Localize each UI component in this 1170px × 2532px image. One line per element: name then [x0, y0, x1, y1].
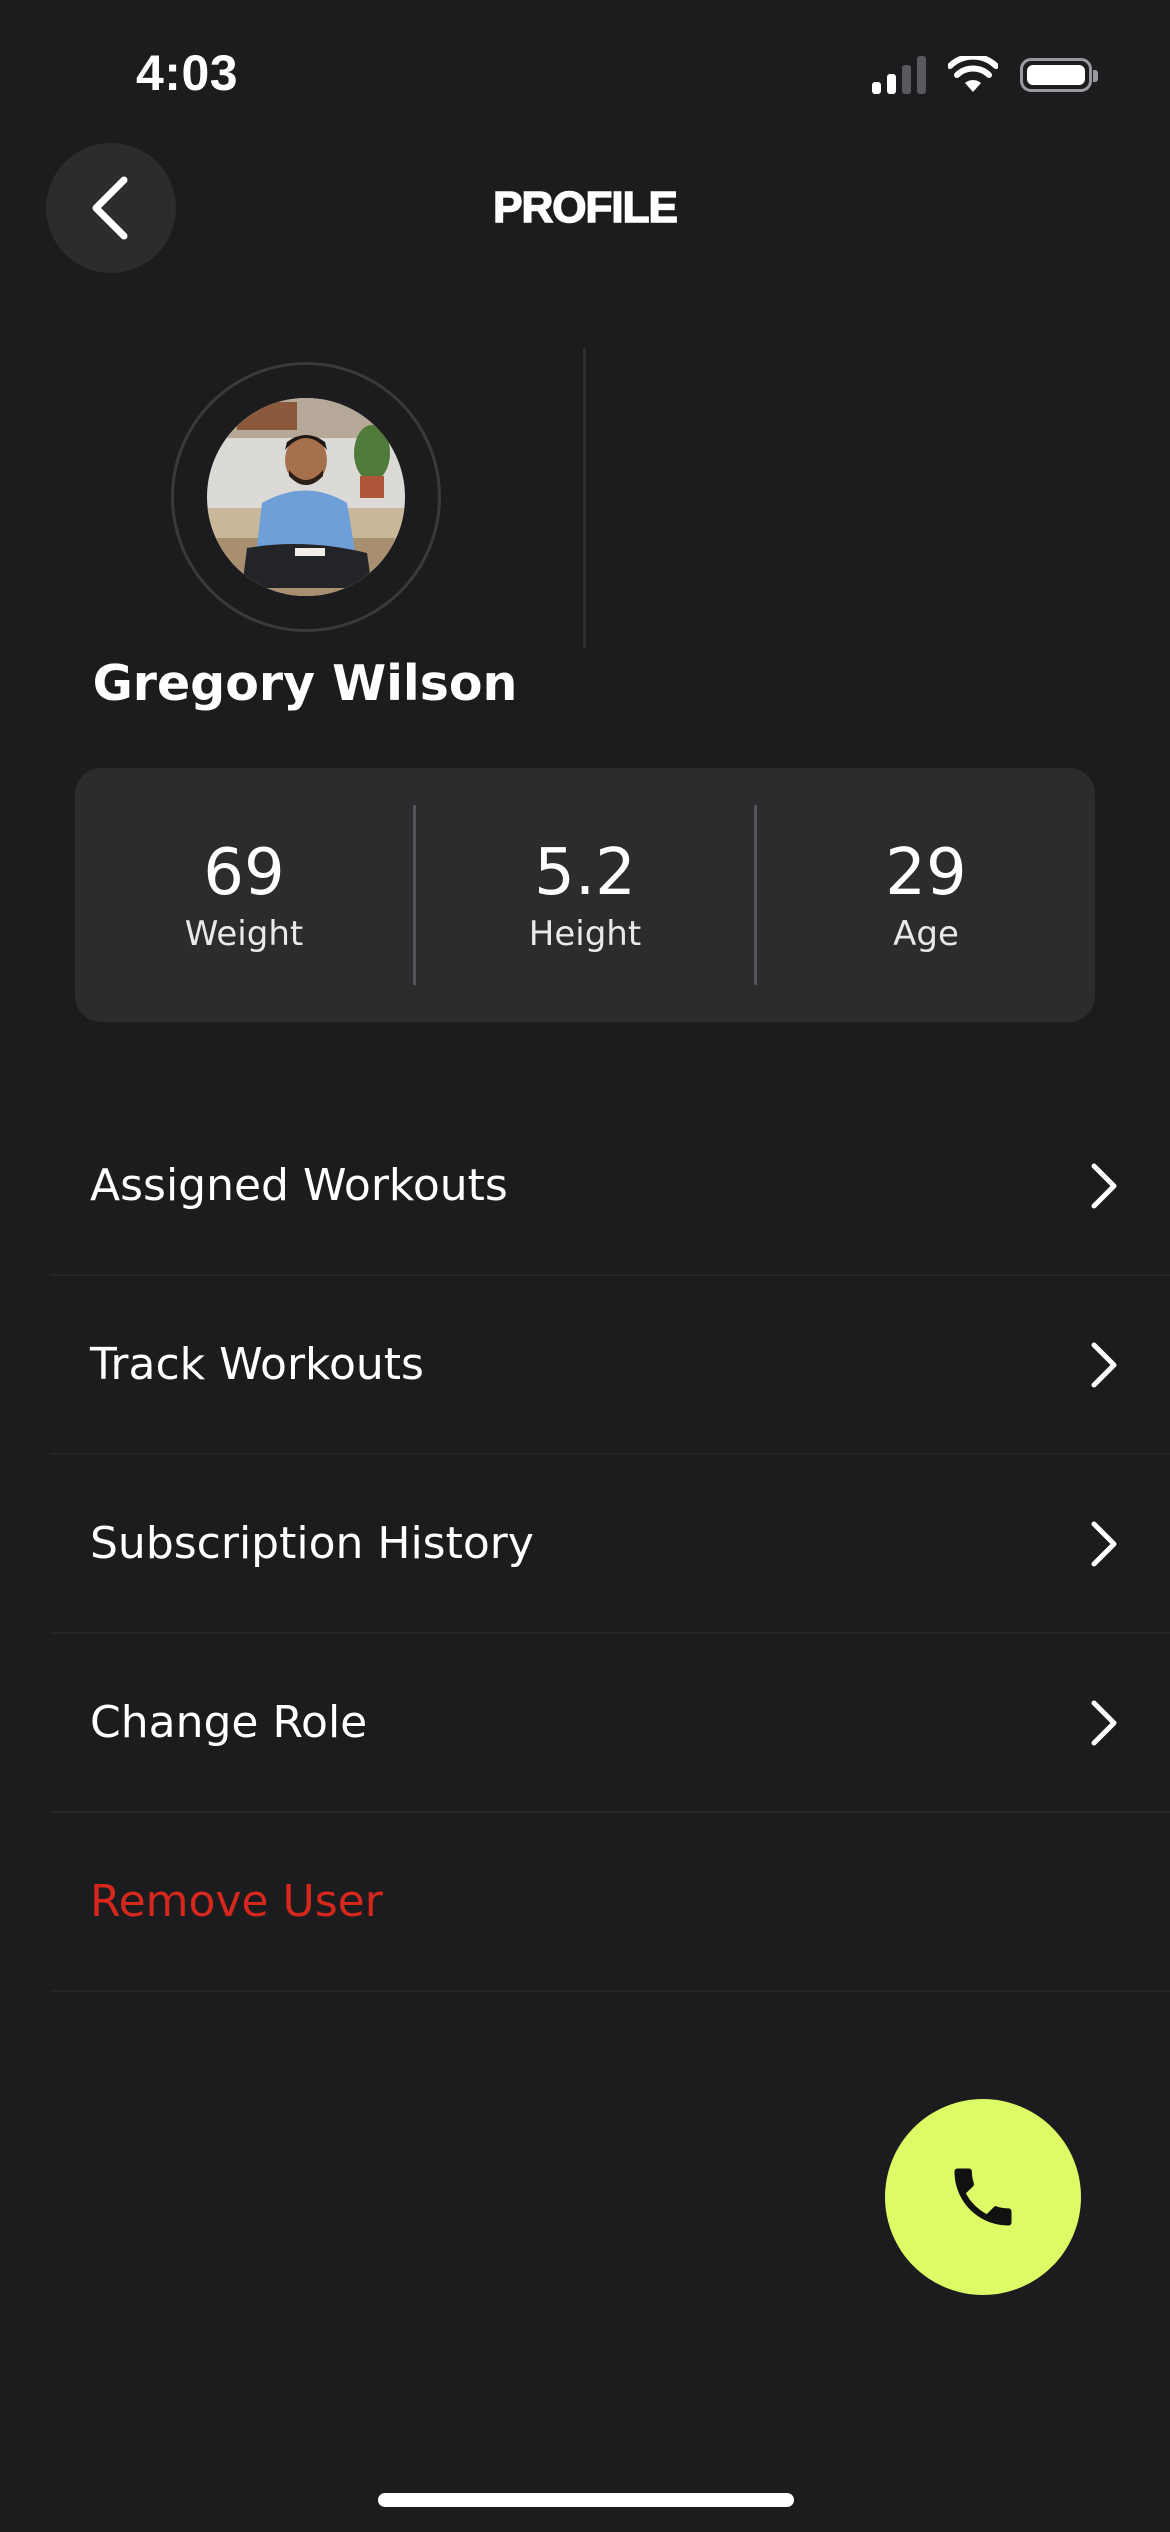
stat-age: 29 Age	[757, 836, 1095, 954]
user-name: Gregory Wilson	[92, 655, 518, 712]
status-icons	[872, 56, 1098, 94]
profile-divider	[583, 348, 586, 648]
menu-item-track-workouts[interactable]: Track Workouts	[50, 1276, 1170, 1455]
call-button[interactable]	[885, 2099, 1081, 2295]
stat-label: Age	[893, 914, 959, 954]
page-title: PROFILE	[492, 182, 678, 233]
status-time: 4:03	[136, 45, 239, 101]
wifi-icon	[948, 56, 998, 92]
avatar	[171, 362, 441, 632]
chevron-right-icon	[1091, 1700, 1117, 1745]
stat-label: Height	[528, 914, 642, 954]
stat-value: 29	[885, 836, 967, 910]
menu-item-label: Subscription History	[90, 1518, 534, 1569]
stat-value: 5.2	[534, 836, 636, 910]
chevron-right-icon	[1091, 1163, 1117, 1208]
stat-value: 69	[203, 836, 285, 910]
stat-weight: 69 Weight	[75, 836, 413, 954]
stat-height: 5.2 Height	[416, 836, 754, 954]
menu-item-change-role[interactable]: Change Role	[50, 1634, 1170, 1813]
stats-card: 69 Weight 5.2 Height 29 Age	[75, 768, 1095, 1022]
chevron-right-icon	[1091, 1342, 1117, 1387]
battery-icon	[1020, 58, 1098, 92]
menu-item-label: Change Role	[90, 1697, 368, 1748]
profile-menu: Assigned Workouts Track Workouts Subscri…	[50, 1097, 1170, 1992]
menu-item-label: Track Workouts	[90, 1339, 424, 1390]
home-indicator[interactable]	[378, 2493, 794, 2507]
menu-item-label: Assigned Workouts	[90, 1160, 508, 1211]
menu-item-subscription-history[interactable]: Subscription History	[50, 1455, 1170, 1634]
phone-icon	[954, 2168, 1012, 2226]
chevron-right-icon	[1091, 1521, 1117, 1566]
menu-item-assigned-workouts[interactable]: Assigned Workouts	[50, 1097, 1170, 1276]
remove-user-button[interactable]: Remove User	[50, 1813, 1170, 1992]
signal-icon	[872, 56, 926, 94]
menu-item-label: Remove User	[90, 1876, 383, 1927]
user-photo	[207, 398, 405, 596]
stat-label: Weight	[184, 914, 304, 954]
